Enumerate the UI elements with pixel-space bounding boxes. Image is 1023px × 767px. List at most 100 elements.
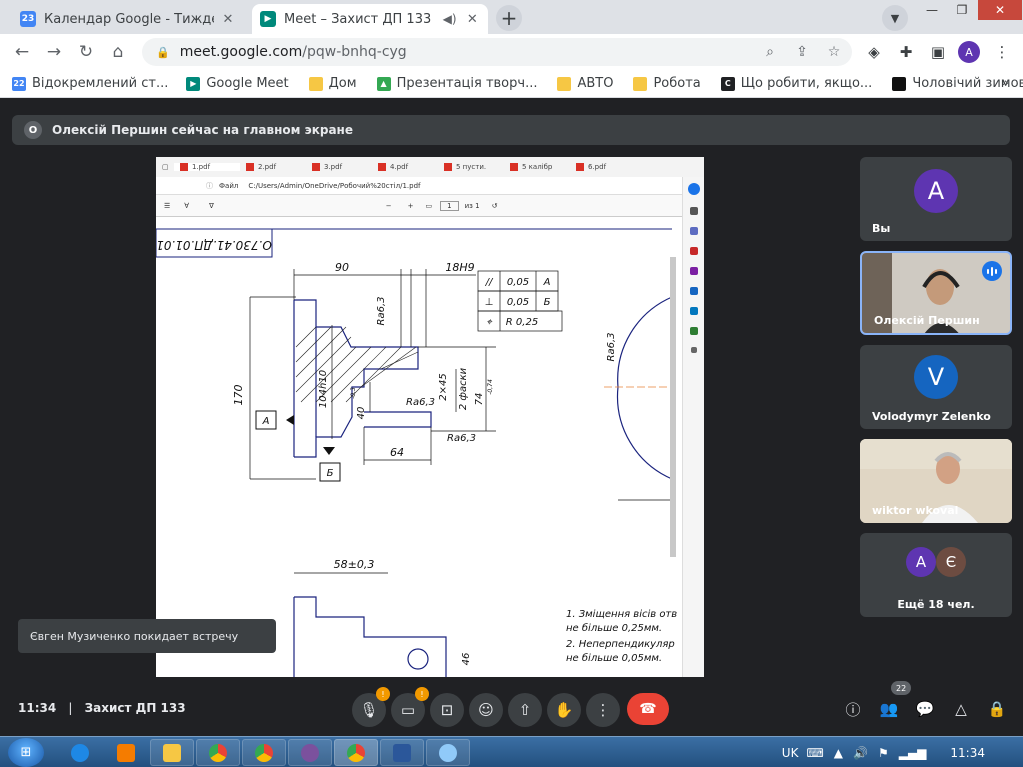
participant-tile[interactable]: wiktor wkoval — [860, 439, 1012, 523]
sidebar-icon[interactable]: ▣ — [926, 40, 950, 64]
participant-tile-presenter[interactable]: Олексій Першин — [860, 251, 1012, 335]
dim-46: 46 — [461, 653, 472, 666]
camera-warning-badge: ! — [415, 687, 429, 701]
system-tray: UK ⌨ ▲ 🔊 ⚑ ▂▄▆ 11:34 — [782, 737, 1023, 767]
camera-button[interactable]: ▭ ! — [391, 687, 429, 727]
taskbar-media[interactable] — [104, 739, 148, 766]
share-icon[interactable]: ⇪ — [790, 38, 814, 66]
roughness-3: Ra6,3 — [447, 433, 476, 444]
bookmarks-overflow[interactable]: » — [1001, 76, 1009, 91]
forward-icon[interactable]: → — [42, 40, 66, 64]
taskbar-chrome-3[interactable] — [334, 739, 378, 766]
taskbar-word[interactable] — [380, 739, 424, 766]
outlook-icon — [689, 307, 698, 315]
tools-icon — [689, 327, 698, 335]
meeting-details-button[interactable]: ⓘ — [841, 697, 865, 721]
people-button[interactable]: 👥 — [877, 697, 901, 721]
bookmark-item[interactable]: 22 Відокремлений ст... — [12, 76, 168, 91]
fit-icon: ▭ — [425, 201, 433, 210]
taskbar-app[interactable] — [426, 739, 470, 766]
chat-button[interactable]: 💬 — [913, 697, 937, 721]
dim-58: 58±0,3 — [334, 558, 375, 571]
reload-icon[interactable]: ↻ — [74, 40, 98, 64]
present-button[interactable]: ⇧ — [508, 693, 542, 727]
back-icon[interactable]: ← — [10, 40, 34, 64]
tray-expand-icon[interactable]: ▲ — [834, 746, 843, 760]
reactions-button[interactable]: ☺ — [469, 693, 503, 727]
raise-hand-button[interactable]: ✋ — [547, 693, 581, 727]
activities-button[interactable]: △ — [949, 697, 973, 721]
title-block-text: О.730.41.ДП.01.01 — [156, 238, 272, 252]
more-options-button[interactable]: ⋮ — [586, 693, 620, 727]
extensions-puzzle-icon[interactable]: ✚ — [894, 40, 918, 64]
restore-button[interactable]: ❐ — [946, 0, 978, 20]
tab-google-calendar[interactable]: 23 Календар Google - Тиждень (18 ✕ — [12, 4, 248, 34]
network-icon[interactable]: ▂▄▆ — [899, 746, 927, 760]
start-button[interactable]: ⊞ — [8, 738, 44, 767]
dim-40: 40 — [356, 407, 367, 420]
chamfer-note: 2 фаски — [458, 367, 469, 410]
flag-icon[interactable]: ⚑ — [878, 746, 889, 760]
bookmark-item[interactable]: Дом — [308, 76, 357, 91]
more-participants-tile[interactable]: A Є Ещё 18 чел. — [860, 533, 1012, 617]
draw-icon: ∀ — [184, 201, 190, 210]
zoom-icon[interactable]: ⌕ — [758, 38, 782, 66]
dim-18h9: 18H9 — [445, 261, 474, 274]
bookmark-item[interactable]: C Що робити, якщо... — [720, 76, 872, 91]
participant-tile[interactable]: V Volodymyr Zelenko — [860, 345, 1012, 429]
profile-avatar[interactable]: A — [958, 41, 980, 63]
kebab-menu-icon[interactable]: ⋮ — [990, 40, 1014, 64]
participant-tile-you[interactable]: A Вы — [860, 157, 1012, 241]
taskbar-chrome-2[interactable] — [242, 739, 286, 766]
tab-title: Meet – Захист ДП 133 — [284, 11, 432, 27]
chamfer-dim: 2×45 — [438, 373, 449, 400]
leave-call-button[interactable]: ☎ — [627, 693, 669, 725]
language-indicator[interactable]: UK — [782, 746, 799, 760]
dim-104h10: 104h10 — [318, 370, 329, 408]
tab-meet[interactable]: ▶ Meet – Захист ДП 133 ◀) ✕ — [252, 4, 488, 34]
windows-logo-icon: ⊞ — [20, 745, 32, 760]
minimize-button[interactable]: — — [916, 0, 948, 20]
calendar-icon: 23 — [20, 11, 36, 27]
window-close-button[interactable]: ✕ — [978, 0, 1022, 20]
extension-shield-icon[interactable]: ◈ — [862, 40, 886, 64]
home-icon[interactable]: ⌂ — [106, 40, 130, 64]
drawing-sheet — [156, 217, 682, 677]
close-tab-icon[interactable]: ✕ — [220, 12, 236, 27]
pdf-tab: 5 калібр — [504, 163, 570, 171]
tab-search-icon[interactable]: ▼ — [882, 5, 908, 31]
host-controls-button[interactable]: 🔒 — [985, 697, 1009, 721]
meeting-controls: 11:34 | Захист ДП 133 🎙 ! ▭ ! ⊡ ☺ ⇧ ✋ ⋮ … — [0, 681, 1023, 729]
bookmark-star-icon[interactable]: ☆ — [822, 38, 846, 66]
mic-button[interactable]: 🎙 ! — [352, 687, 390, 727]
taskbar-chrome-1[interactable] — [196, 739, 240, 766]
close-tab-icon[interactable]: ✕ — [465, 12, 480, 27]
zoom-out-icon: − — [385, 201, 392, 210]
speaker-icon[interactable]: ◀) — [443, 12, 457, 26]
taskbar-clock[interactable]: 11:34 — [950, 746, 985, 760]
folder-icon — [308, 76, 323, 91]
calendar-icon: 22 — [12, 76, 26, 91]
bookmark-item[interactable]: ▶ Google Meet — [186, 76, 289, 91]
taskbar-explorer[interactable] — [150, 739, 194, 766]
bookmark-item[interactable]: ▲ Презентація творч... — [376, 76, 537, 91]
volume-icon[interactable]: 🔊 — [853, 746, 868, 760]
datum-a: А — [262, 416, 270, 427]
bookmark-item[interactable]: Робота — [633, 76, 701, 91]
dim-64: 64 — [390, 446, 404, 459]
lock-icon: 🔒 — [156, 45, 170, 59]
windows-taskbar: ⊞ UK ⌨ ▲ 🔊 ⚑ ▂▄▆ 11:34 — [0, 736, 1023, 767]
bookmark-item[interactable]: АВТО — [557, 76, 613, 91]
info-icon: ⓘ — [206, 181, 213, 190]
browser-toolbar: ← → ↻ ⌂ 🔒 meet.google.com/pqw-bnhq-cyg ⌕… — [0, 34, 1023, 70]
new-tab-button[interactable]: + — [496, 5, 522, 31]
taskbar-ie[interactable] — [58, 739, 102, 766]
keyboard-icon[interactable]: ⌨ — [806, 746, 823, 760]
pdf-scrollbar — [670, 257, 676, 557]
taskbar-viber[interactable] — [288, 739, 332, 766]
word-icon — [393, 743, 411, 762]
captions-button[interactable]: ⊡ — [430, 693, 464, 727]
address-bar[interactable]: 🔒 meet.google.com/pqw-bnhq-cyg ⌕ ⇪ ☆ — [142, 38, 852, 66]
shared-screen[interactable]: ▢ 1.pdf 2.pdf 3.pdf 4.pdf 5 пусти. 5 кал… — [156, 157, 704, 677]
datum-b: Б — [327, 468, 334, 479]
